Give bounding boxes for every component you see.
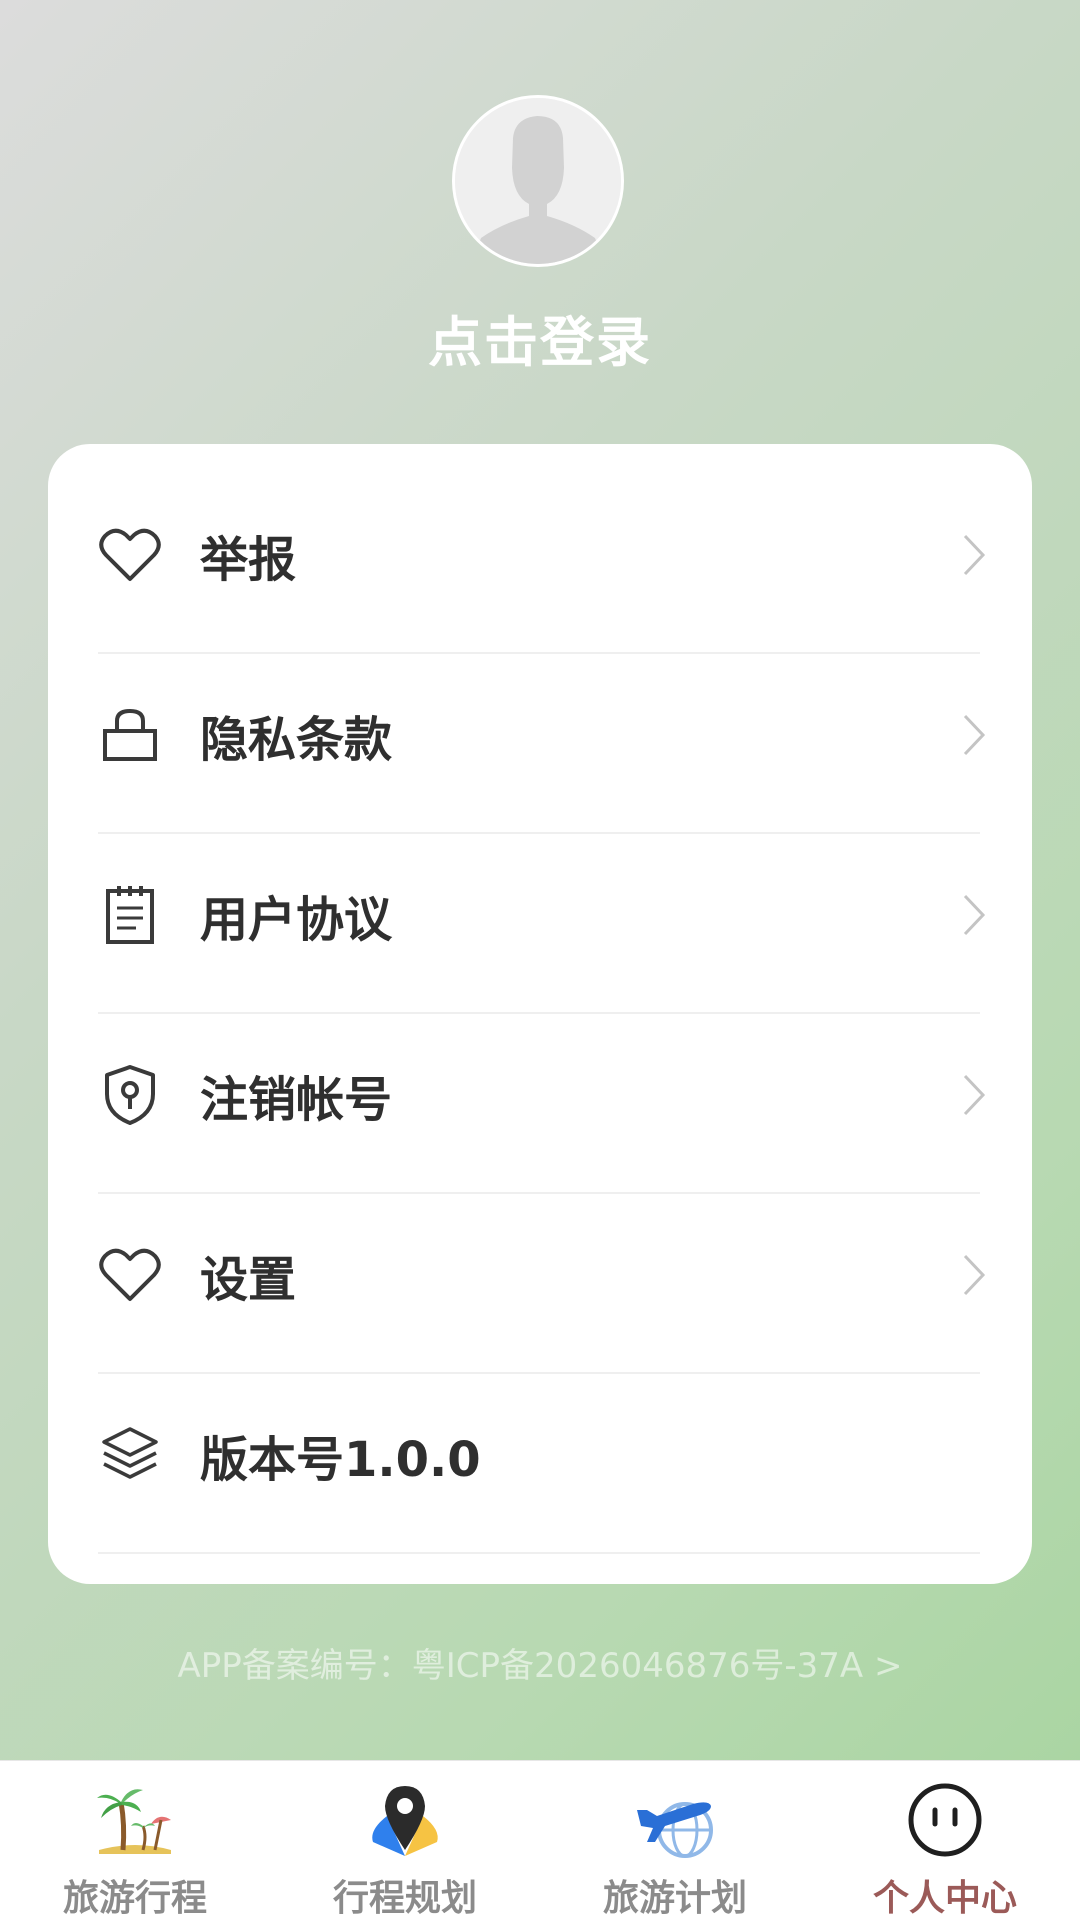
heart-icon	[98, 1243, 162, 1307]
version-label: 版本号1.0.0	[200, 1432, 481, 1488]
menu-card: 举报 隐私条款 用户协议 注销帐号 设置 版本号1.0.0	[48, 444, 1032, 1584]
divider	[98, 1552, 980, 1554]
menu-item-label: 举报	[200, 532, 297, 588]
tab-label: 旅游行程	[62, 1878, 207, 1919]
map-pin-icon	[360, 1777, 450, 1863]
icp-record-link[interactable]: APP备案编号：粤ICP备2026046876号-37A >	[0, 1638, 1080, 1687]
menu-item-version: 版本号1.0.0	[98, 1365, 1030, 1545]
menu-item-delete-account[interactable]: 注销帐号	[98, 1005, 1030, 1185]
tab-label: 旅游计划	[602, 1878, 747, 1919]
chevron-right-icon	[954, 525, 994, 585]
profile-screen: 点击登录 举报 隐私条款 用户协议 注销帐号 设置 版本号1.0.0 APP备案…	[0, 0, 1080, 1920]
menu-item-report[interactable]: 举报	[98, 465, 1030, 645]
shield-keyhole-icon	[98, 1063, 162, 1127]
tab-travel-itinerary[interactable]: 旅游行程	[0, 1761, 270, 1920]
palm-tree-icon	[90, 1777, 180, 1863]
menu-item-label: 用户协议	[200, 892, 393, 948]
avatar[interactable]	[452, 95, 624, 267]
tab-label: 行程规划	[332, 1878, 477, 1919]
lock-icon	[98, 703, 162, 767]
tab-label: 个人中心	[872, 1878, 1017, 1919]
user-silhouette-icon	[455, 98, 621, 264]
menu-item-user-agreement[interactable]: 用户协议	[98, 825, 1030, 1005]
tab-itinerary-planning[interactable]: 行程规划	[270, 1761, 540, 1920]
heart-icon	[98, 523, 162, 587]
menu-item-privacy[interactable]: 隐私条款	[98, 645, 1030, 825]
login-prompt[interactable]: 点击登录	[0, 298, 1080, 377]
tab-travel-plan[interactable]: 旅游计划	[540, 1761, 810, 1920]
airplane-globe-icon	[630, 1777, 720, 1863]
tab-personal-center[interactable]: 个人中心	[810, 1761, 1080, 1920]
menu-item-label: 设置	[200, 1252, 297, 1308]
notepad-icon	[98, 883, 162, 947]
layers-icon	[98, 1423, 162, 1487]
menu-item-label: 注销帐号	[200, 1072, 393, 1128]
chevron-right-icon	[954, 705, 994, 765]
menu-item-settings[interactable]: 设置	[98, 1185, 1030, 1365]
menu-item-label: 隐私条款	[200, 712, 393, 768]
chevron-right-icon	[954, 885, 994, 945]
bottom-tab-bar: 旅游行程 行程规划 旅游计划 个人中心	[0, 1760, 1080, 1920]
smiley-face-icon	[900, 1777, 990, 1863]
chevron-right-icon	[954, 1065, 994, 1125]
chevron-right-icon	[954, 1245, 994, 1305]
